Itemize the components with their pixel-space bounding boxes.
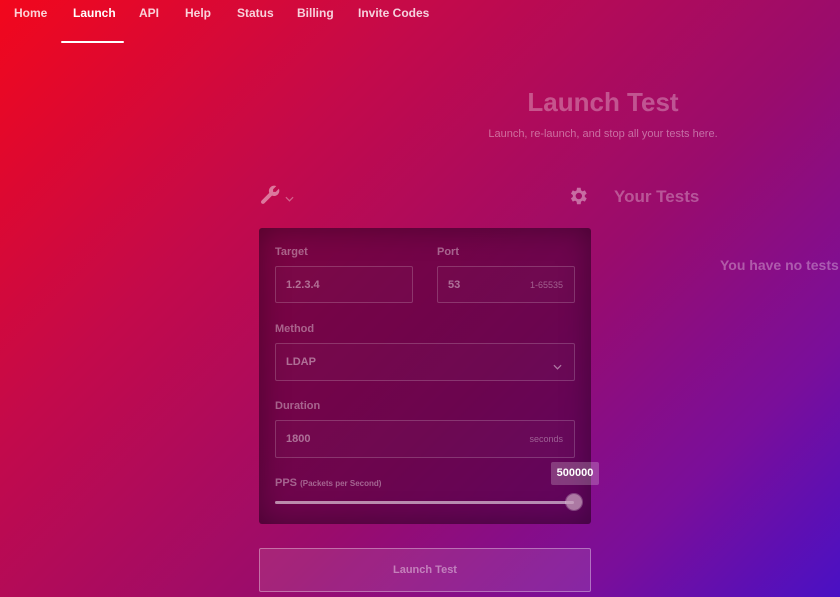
chevron-down-icon bbox=[553, 357, 562, 375]
launch-test-button[interactable]: Launch Test bbox=[259, 548, 591, 592]
wrench-icon bbox=[259, 184, 281, 211]
duration-unit-hint: seconds bbox=[529, 434, 563, 444]
page-title: Launch Test bbox=[527, 87, 679, 117]
top-nav: Home Launch API Help Status Billing Invi… bbox=[0, 0, 840, 44]
pps-value-tooltip: 500000 bbox=[551, 462, 599, 485]
target-field[interactable] bbox=[275, 266, 413, 303]
port-field[interactable]: 1-65535 bbox=[437, 266, 575, 303]
chevron-down-icon bbox=[285, 189, 294, 207]
port-label: Port bbox=[437, 246, 459, 258]
empty-tests-message: You have no tests bbox=[720, 257, 839, 273]
pps-slider-thumb[interactable] bbox=[566, 494, 582, 510]
method-select[interactable]: LDAP bbox=[275, 343, 575, 381]
page-subtitle: Launch, re-launch, and stop all your tes… bbox=[488, 128, 718, 140]
launch-form-panel: Target Port 1-65535 Method LDAP Duration… bbox=[259, 228, 591, 524]
nav-item-invite-codes[interactable]: Invite Codes bbox=[358, 6, 429, 20]
method-label: Method bbox=[275, 323, 315, 335]
nav-item-status[interactable]: Status bbox=[237, 6, 274, 20]
target-input[interactable] bbox=[276, 267, 412, 302]
port-range-hint: 1-65535 bbox=[529, 280, 563, 290]
gear-icon[interactable] bbox=[567, 185, 589, 212]
target-label: Target bbox=[275, 246, 308, 258]
tools-dropdown[interactable] bbox=[259, 184, 294, 211]
nav-item-launch[interactable]: Launch bbox=[73, 6, 116, 20]
duration-label: Duration bbox=[275, 400, 321, 412]
pps-slider-fill bbox=[275, 501, 574, 504]
nav-item-api[interactable]: API bbox=[139, 6, 159, 20]
pps-label: PPS (Packets per Second) bbox=[275, 477, 381, 489]
active-tab-indicator bbox=[61, 41, 124, 43]
pps-label-text: PPS bbox=[275, 477, 298, 489]
duration-field[interactable]: seconds bbox=[275, 420, 575, 458]
nav-item-help[interactable]: Help bbox=[185, 6, 211, 20]
method-selected-value: LDAP bbox=[286, 356, 316, 368]
tests-title: Your Tests bbox=[614, 187, 700, 206]
pps-slider[interactable] bbox=[275, 494, 582, 510]
pps-sublabel: (Packets per Second) bbox=[300, 479, 382, 488]
nav-item-home[interactable]: Home bbox=[14, 6, 47, 20]
nav-item-billing[interactable]: Billing bbox=[297, 6, 334, 20]
